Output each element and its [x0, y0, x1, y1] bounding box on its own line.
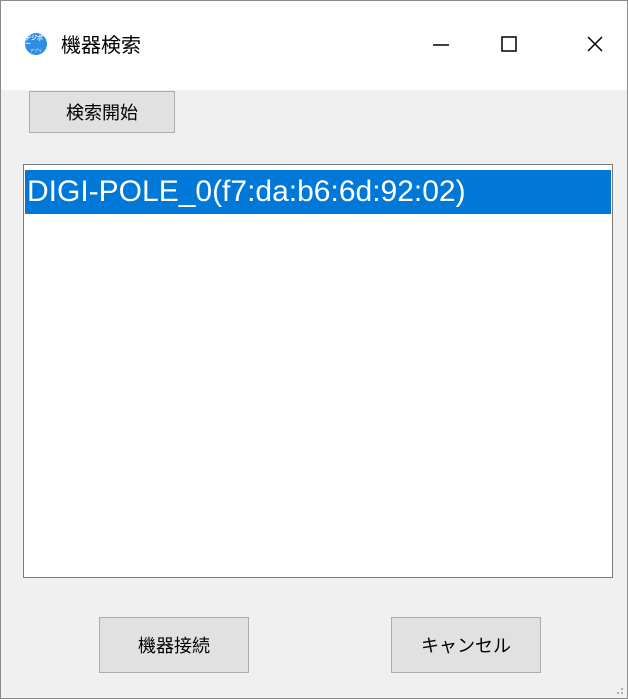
dialog-body: 検索開始 DIGI-POLE_0(f7:da:b6:6d:92:02) 機器接続…	[1, 90, 627, 698]
app-logo-icon: デジポー アプリ	[25, 33, 47, 55]
search-start-button[interactable]: 検索開始	[29, 91, 175, 133]
device-search-window: デジポー アプリ 機器検索 検索開始 DIGI-POLE_0(f7:da:b6:…	[0, 0, 628, 699]
minimize-icon	[433, 44, 449, 46]
maximize-button[interactable]	[481, 22, 537, 66]
device-list-item[interactable]: DIGI-POLE_0(f7:da:b6:6d:92:02)	[25, 170, 611, 214]
connect-device-button[interactable]: 機器接続	[99, 617, 249, 673]
title-bar[interactable]: デジポー アプリ 機器検索	[1, 1, 627, 90]
app-logo-text-2: アプリ	[30, 47, 42, 53]
window-title: 機器検索	[61, 33, 141, 57]
device-listbox[interactable]: DIGI-POLE_0(f7:da:b6:6d:92:02)	[23, 164, 613, 578]
app-logo-text-1: デジポー	[25, 34, 44, 48]
close-button[interactable]	[567, 22, 623, 66]
resize-grip-icon[interactable]	[614, 685, 624, 695]
maximize-icon	[501, 36, 517, 52]
minimize-button[interactable]	[413, 22, 469, 66]
close-icon	[587, 36, 603, 52]
cancel-button[interactable]: キャンセル	[391, 617, 541, 673]
